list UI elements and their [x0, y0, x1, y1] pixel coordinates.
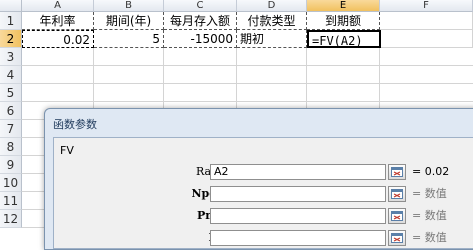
row-header-6[interactable]: 6 — [0, 102, 22, 120]
arg-result-pv: = 数值 — [412, 231, 447, 244]
collapse-icon — [391, 233, 403, 243]
cell-c1[interactable]: 每月存入额 — [164, 12, 237, 30]
cell-e1[interactable]: 到期额 — [307, 12, 380, 30]
collapse-dialog-button-pmt[interactable] — [388, 208, 406, 224]
cell-c2[interactable]: -15000 — [164, 30, 237, 48]
collapse-dialog-button-pv[interactable] — [388, 230, 406, 246]
cell-f1[interactable] — [380, 12, 473, 30]
cell-b1[interactable]: 期间(年) — [94, 12, 164, 30]
column-header-c[interactable]: C — [164, 0, 237, 12]
arg-row-nper: Nper = 数值 — [54, 186, 473, 204]
arg-row-pmt: Pmt = 数值 — [54, 208, 473, 226]
collapse-dialog-button-nper[interactable] — [388, 186, 406, 202]
arg-row-rate: Rate A2 = 0.02 — [54, 164, 473, 182]
collapse-dialog-button-rate[interactable] — [388, 164, 406, 180]
collapse-icon — [391, 189, 403, 199]
cell-a1[interactable]: 年利率 — [22, 12, 94, 30]
column-header-d[interactable]: D — [237, 0, 307, 12]
row-header-10[interactable]: 10 — [0, 174, 22, 192]
arg-row-pv: Pv = 数值 — [54, 230, 473, 248]
cell-e2-active[interactable]: =FV(A2) — [307, 30, 381, 48]
arg-input-pmt[interactable] — [210, 208, 386, 224]
collapse-icon — [391, 167, 403, 177]
cell-d1[interactable]: 付款类型 — [237, 12, 307, 30]
column-header-b[interactable]: B — [94, 0, 164, 12]
row-header-7[interactable]: 7 — [0, 120, 22, 138]
cell-d2[interactable]: 期初 — [237, 30, 307, 48]
row-header-4[interactable]: 4 — [0, 66, 22, 84]
arg-input-rate[interactable]: A2 — [210, 164, 386, 180]
row-header-12[interactable]: 12 — [0, 210, 22, 228]
function-name-label: FV — [60, 144, 74, 157]
row-header-2[interactable]: 2 — [0, 30, 22, 48]
arg-result-nper: = 数值 — [412, 187, 447, 200]
row-header-11[interactable]: 11 — [0, 192, 22, 210]
collapse-icon — [391, 211, 403, 221]
cell-f2[interactable] — [381, 30, 473, 48]
row-header-5[interactable]: 5 — [0, 84, 22, 102]
column-header-f[interactable]: F — [380, 0, 473, 12]
cell-b2[interactable]: 5 — [94, 30, 164, 48]
select-all-corner[interactable] — [0, 0, 22, 12]
dialog-body: FV Rate A2 = 0.02 Nper = 数值 = 数值 = 数值 — [53, 137, 473, 249]
column-header-a[interactable]: A — [22, 0, 94, 12]
row-header-1[interactable]: 1 — [0, 12, 22, 30]
arg-input-pv[interactable] — [210, 230, 386, 246]
row-header-9[interactable]: 9 — [0, 156, 22, 174]
row-header-8[interactable]: 8 — [0, 138, 22, 156]
column-header-e[interactable]: E — [307, 0, 380, 12]
arg-result-rate: = 0.02 — [412, 165, 450, 178]
arg-input-nper[interactable] — [210, 186, 386, 202]
arg-result-pmt: = 数值 — [412, 209, 447, 222]
function-arguments-dialog: 函数参数 FV Rate A2 = 0.02 Nper = 数值 = 数值 = … — [44, 108, 473, 250]
row-header-3[interactable]: 3 — [0, 48, 22, 66]
dialog-title: 函数参数 — [53, 118, 97, 131]
cell-a2[interactable]: 0.02 — [22, 30, 94, 48]
